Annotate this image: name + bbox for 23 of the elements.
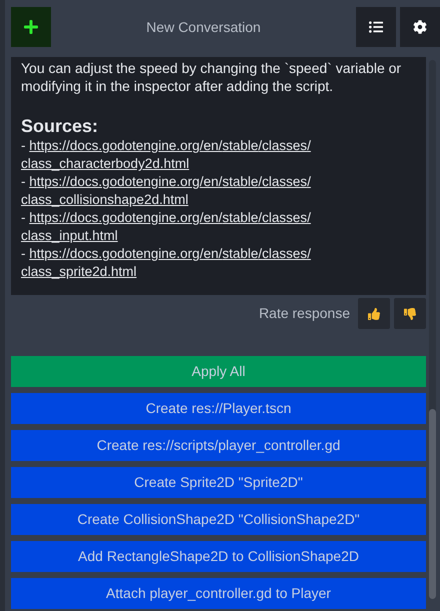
action-button[interactable]: Attach player_controller.gd to Player (11, 578, 426, 609)
settings-icon (413, 20, 427, 34)
apply-all-button[interactable]: Apply All (11, 356, 426, 387)
thumbs-down-button[interactable] (394, 298, 426, 329)
thumbs-up-icon (368, 308, 380, 320)
action-button[interactable]: Create res://Player.tscn (11, 393, 426, 424)
thumbs-up-button[interactable] (358, 298, 390, 329)
window-title: New Conversation (146, 18, 261, 36)
scrollbar-thumb[interactable] (429, 409, 436, 599)
settings-button[interactable] (400, 7, 440, 47)
list-button[interactable] (356, 7, 396, 47)
sources-heading: Sources: (21, 115, 100, 137)
action-button[interactable]: Create res://scripts/player_controller.gd (11, 430, 426, 461)
action-button[interactable]: Create CollisionShape2D "CollisionShape2D" (11, 504, 426, 535)
new-conversation-button[interactable] (11, 7, 51, 47)
action-button[interactable]: Add RectangleShape2D to CollisionShape2D (11, 541, 426, 572)
source-link[interactable]: - https://docs.godotengine.org/en/stable/classes/class_sprite2d.html (21, 245, 351, 281)
plus-icon (23, 19, 39, 35)
thumbs-down-icon (404, 308, 416, 320)
action-button[interactable]: Create Sprite2D "Sprite2D" (11, 467, 426, 498)
rate-response-label: Rate response (258, 304, 350, 323)
message-paragraph: You can adjust the speed by changing the `speed` variable or modifying it in the inspector after adding the script. (21, 59, 402, 95)
list-icon (369, 20, 383, 34)
